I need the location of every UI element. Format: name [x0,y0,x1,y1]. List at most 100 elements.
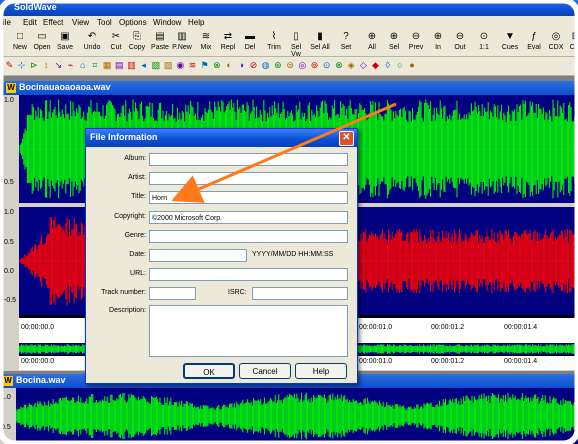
channel-waveform[interactable] [16,388,578,444]
effect-tool-icon[interactable]: ↕ [41,60,52,71]
effect-tool-icon[interactable]: ⊗ [333,60,344,71]
toolbar-button-undo[interactable]: ↶ Undo [82,29,102,55]
menu-tool[interactable]: Tool [97,18,112,27]
url-field[interactable] [149,268,348,281]
toolbar-button-set[interactable]: ? Set [336,29,356,55]
effect-tool-icon[interactable]: ◂ [138,60,149,71]
toolbar-button-cha[interactable]: ⊞ Cha [566,29,578,55]
effect-tool-icon[interactable]: ⊛ [272,60,283,71]
toolbar-button-1-1[interactable]: ⊙ 1:1 [474,29,494,55]
paste-icon: ▤ [155,31,165,42]
toolbar-button-save[interactable]: ▣ Save [55,29,75,55]
toolbar-button-copy[interactable]: ⎘ Copy [127,29,147,55]
effect-tool-icon[interactable]: ≋ [187,60,198,71]
description-field[interactable] [149,305,348,357]
date-field[interactable] [149,249,247,262]
ok-button[interactable]: OK [183,363,235,379]
toolbar-button-all[interactable]: ⊕ All [362,29,382,55]
effect-tool-icon[interactable]: ○ [394,60,405,71]
menu-file[interactable]: File [0,18,11,27]
album-field[interactable] [149,153,348,166]
copyright-field[interactable]: ©2000 Microsoft Corp. [149,211,348,224]
effect-tool-icon[interactable]: ⊙ [321,60,332,71]
toolbar-button-label: Out [454,44,466,51]
effect-tool-icon[interactable]: ▤ [114,60,125,71]
zoom-1to1-icon: ⊙ [479,31,489,42]
zoom-in-icon: ⊕ [433,31,443,42]
effect-tool-icon[interactable]: ◐ [224,60,235,71]
help-button[interactable]: Help [295,363,347,379]
isrc-field[interactable] [252,287,348,300]
dialog-titlebar: File Information ✕ [86,129,357,147]
toolbar-button-label: Open [33,44,51,51]
toolbar-button-label: Sel All [310,44,330,51]
effect-tool-icon[interactable]: ⚑ [199,60,210,71]
effect-tool-icon[interactable]: ⊗ [211,60,222,71]
toolbar-button-sel-vw[interactable]: ▯ Sel Vw [286,29,306,58]
select-view-icon: ▯ [293,31,299,42]
menu-help[interactable]: Help [188,18,204,27]
effect-tool-icon[interactable]: ▥ [126,60,137,71]
effect-tool-icon[interactable]: ▨ [163,60,174,71]
toolbar-button-mix[interactable]: ≋ Mix [196,29,216,55]
effect-tool-icon[interactable]: ◆ [370,60,381,71]
toolbar-button-in[interactable]: ⊕ In [428,29,448,55]
toolbar-button-label: Undo [83,44,101,51]
toolbar-button-eval[interactable]: ƒ Eval [524,29,544,55]
toolbar-button-sel[interactable]: ⊕ Sel [384,29,404,55]
mix-icon: ≋ [201,31,211,42]
menu-options[interactable]: Options [119,18,147,27]
effect-tool-icon[interactable]: ◇ [358,60,369,71]
time-label: 00:00:01.4 [504,358,538,365]
effect-tool-icon[interactable]: ⊳ [28,60,39,71]
effect-tool-icon[interactable]: ◉ [175,60,186,71]
toolbar-button-p-new[interactable]: ▥ P.New [172,29,192,55]
save-icon: ▣ [60,31,70,42]
track-number-field[interactable] [149,287,196,300]
toolbar-button-repl[interactable]: ⇄ Repl [218,29,238,55]
effect-tool-icon[interactable]: ⊜ [285,60,296,71]
menu-edit[interactable]: Edit [23,18,37,27]
effect-tool-icon[interactable]: ◍ [260,60,271,71]
amplitude-axis: 1.0 0.5 [0,388,16,444]
effect-tool-icon[interactable]: ● [407,60,418,71]
time-label: 00:00:01.0 [359,324,393,331]
effect-tool-icon[interactable]: ◈ [346,60,357,71]
toolbar-button-new[interactable]: □ New [10,29,30,55]
toolbar-button-trim[interactable]: ⌇ Trim [264,29,284,55]
effect-tool-icon[interactable]: ⊘ [248,60,259,71]
menu-view[interactable]: View [72,18,89,27]
effect-tool-icon[interactable]: ◎ [297,60,308,71]
effect-tool-icon[interactable]: ⌂ [77,60,88,71]
toolbar-button-sel-all[interactable]: ▮ Sel All [310,29,330,55]
wave-window-1-title: Bocinauaoaoaoa.wav [19,82,111,92]
toolbar-button-prev[interactable]: ⊖ Prev [406,29,426,55]
toolbar-button-cues[interactable]: ▼ Cues [500,29,520,55]
effect-tool-icon[interactable]: ▧ [150,60,161,71]
toolbar-button-paste[interactable]: ▤ Paste [150,29,170,55]
toolbar-button-open[interactable]: ▭ Open [32,29,52,55]
effect-tool-icon[interactable]: ⌗ [89,60,100,71]
toolbar-button-cut[interactable]: ✂ Cut [106,29,126,55]
close-icon[interactable]: ✕ [339,131,354,146]
effect-tool-icon[interactable]: ◑ [236,60,247,71]
cancel-button[interactable]: Cancel [239,363,291,379]
menu-window[interactable]: Window [153,18,181,27]
toolbar-button-del[interactable]: ▬ Del [240,29,260,55]
title-field[interactable]: Horn [149,191,348,204]
effect-tool-icon[interactable]: ✎ [4,60,15,71]
menu-effect[interactable]: Effect [43,18,63,27]
toolbar-button-cdx[interactable]: ◎ CDX [546,29,566,55]
effect-tool-icon[interactable]: ⊹ [16,60,27,71]
effect-tool-icon[interactable]: ⊚ [309,60,320,71]
toolbar-button-label: 1:1 [479,44,489,51]
effect-tool-icon[interactable]: ↘ [53,60,64,71]
copyright-label: Copyright: [114,213,146,220]
genre-field[interactable] [149,230,348,243]
date-format-hint: YYYY/MM/DD HH:MM:SS [252,251,334,258]
effect-tool-icon[interactable]: ▦ [102,60,113,71]
artist-field[interactable] [149,172,348,185]
effect-tool-icon[interactable]: ⌁ [65,60,76,71]
toolbar-button-out[interactable]: ⊖ Out [450,29,470,55]
effect-tool-icon[interactable]: ◊ [382,60,393,71]
